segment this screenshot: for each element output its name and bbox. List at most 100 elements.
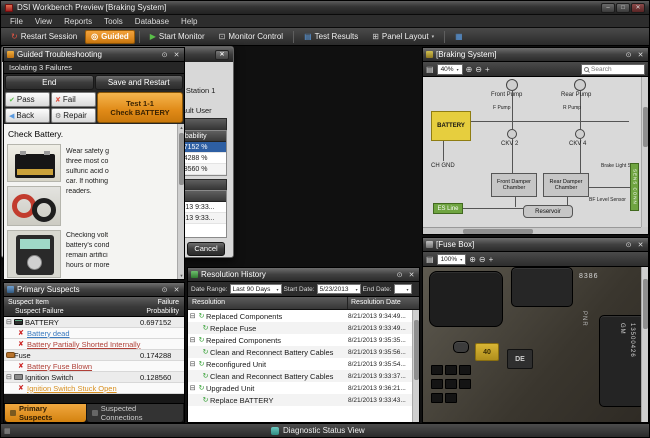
restart-session-button[interactable]: ↻ Restart Session (5, 30, 83, 44)
column-header-suspect-failure[interactable]: Suspect Failure (8, 307, 132, 316)
pin-icon[interactable]: ⊙ (624, 51, 633, 59)
scroll-up-icon[interactable]: ▲ (178, 124, 184, 131)
rear-pump-node[interactable] (574, 79, 586, 91)
repair-button[interactable]: ⚙ Repair (51, 108, 96, 123)
zoom-in-icon[interactable]: ⊕ (466, 65, 473, 74)
vertical-scrollbar[interactable] (641, 77, 648, 227)
close-icon[interactable]: ✕ (172, 286, 181, 294)
expander-icon[interactable]: ⊟ (6, 373, 14, 381)
table-row[interactable]: ⊟ Ignition Switch 0.128560 (4, 372, 184, 383)
pin-icon[interactable]: ⊙ (624, 241, 633, 249)
cancel-button[interactable]: Cancel (187, 242, 225, 256)
end-button[interactable]: End (5, 75, 94, 90)
current-test-button[interactable]: Test 1-1 Check BATTERY (97, 92, 183, 123)
close-button[interactable]: ✕ (631, 3, 645, 13)
suspect-failure-link[interactable]: Ignition Switch Stuck Open (27, 384, 184, 393)
fit-page-icon[interactable]: ▤ (426, 65, 434, 74)
pan-icon[interactable]: + (489, 255, 494, 264)
layout-grid-button[interactable]: ▦ (449, 30, 469, 44)
tab-primary-suspects[interactable]: Primary Suspects (5, 404, 86, 422)
scroll-down-icon[interactable]: ▼ (178, 272, 184, 279)
menu-item-tools[interactable]: Tools (98, 15, 129, 28)
expander-icon[interactable]: ⊟ (188, 384, 197, 392)
pan-icon[interactable]: + (485, 65, 490, 74)
zoom-out-icon[interactable]: ⊖ (475, 65, 482, 74)
minimize-button[interactable]: – (601, 3, 615, 13)
reservoir-node[interactable]: Reservoir (523, 205, 573, 218)
es-line-node[interactable]: ES Line (433, 203, 463, 214)
table-row[interactable]: ⊟ ↻ Repaired Components 8/21/2013 9:35:3… (188, 334, 412, 346)
ckv2-node[interactable] (507, 129, 517, 139)
scrollbar-thumb[interactable] (643, 279, 648, 329)
expander-icon[interactable]: ⊟ (188, 336, 197, 344)
back-button[interactable]: ◀ Back (5, 108, 50, 123)
suspect-failure-link[interactable]: Battery dead (27, 329, 184, 338)
horizontal-scrollbar[interactable] (423, 227, 641, 234)
search-input[interactable] (591, 66, 642, 73)
scrollbar[interactable] (412, 310, 419, 422)
table-row[interactable]: ⊟ ↻ Upgraded Unit 8/21/2013 9:36:21... (188, 382, 412, 394)
scrollbar-thumb[interactable] (414, 320, 419, 380)
save-and-restart-button[interactable]: Save and Restart (95, 75, 184, 90)
close-icon[interactable]: ✕ (172, 51, 181, 59)
menu-item-reports[interactable]: Reports (58, 15, 98, 28)
rear-damper-node[interactable]: Rear Damper Chamber (543, 173, 589, 197)
table-row[interactable]: ↻ Clean and Reconnect Battery Cables 8/2… (188, 370, 412, 382)
instruction-content[interactable]: Check Battery. Wear safety g three most … (4, 124, 184, 279)
schematic-search-box[interactable] (581, 64, 645, 75)
table-row[interactable]: ⊟ ↻ Reconfigured Unit 8/21/2013 9:35:54.… (188, 358, 412, 370)
expander-icon[interactable]: ⊟ (188, 312, 197, 320)
column-header-resolution-date[interactable]: Resolution Date (347, 297, 419, 309)
fit-page-icon[interactable]: ▤ (426, 255, 434, 264)
table-row[interactable]: ↻ Replace Fuse 8/21/2013 9:33:49... (188, 322, 412, 334)
date-range-dropdown[interactable]: Last 90 Days ▾ (230, 284, 282, 294)
start-date-picker[interactable]: 5/23/2013 ▾ (317, 284, 361, 294)
table-row[interactable]: ✘ Battery Partially Shorted Internally (4, 339, 184, 350)
expander-icon[interactable]: ⊟ (188, 360, 197, 368)
column-header-resolution[interactable]: Resolution (188, 297, 347, 309)
table-row[interactable]: ⊟ BATTERY 0.697152 (4, 317, 184, 328)
menu-item-view[interactable]: View (29, 15, 58, 28)
scrollbar-thumb[interactable] (643, 107, 648, 147)
menu-item-help[interactable]: Help (175, 15, 203, 28)
close-icon[interactable]: ✕ (407, 271, 416, 279)
column-header-suspect-item[interactable]: Suspect Item (8, 298, 132, 307)
maximize-button[interactable]: □ (616, 3, 630, 13)
table-row[interactable]: ✘ Battery dead (4, 328, 184, 339)
pass-button[interactable]: ✔ Pass (5, 92, 50, 107)
expander-icon[interactable]: ⊟ (6, 318, 14, 326)
panel-layout-button[interactable]: ⊞ Panel Layout ▾ (366, 30, 440, 44)
zoom-dropdown[interactable]: 40% ▾ (437, 64, 463, 75)
menu-item-database[interactable]: Database (129, 15, 175, 28)
suspect-failure-link[interactable]: Battery Fuse Blown (27, 362, 184, 371)
zoom-out-icon[interactable]: ⊖ (479, 255, 486, 264)
close-icon[interactable]: ✕ (636, 241, 645, 249)
zoom-dropdown[interactable]: 100% ▾ (437, 254, 467, 265)
table-row[interactable]: ↻ Replace BATTERY 8/21/2013 9:33:43... (188, 394, 412, 406)
table-row[interactable]: ✘ Battery Fuse Blown (4, 361, 184, 372)
zoom-in-icon[interactable]: ⊕ (469, 255, 476, 264)
tab-suspected-connections[interactable]: Suspected Connections (87, 404, 183, 422)
monitor-control-button[interactable]: ⊡ Monitor Control (213, 30, 289, 44)
pin-icon[interactable]: ⊙ (160, 51, 169, 59)
table-row[interactable]: ⊟ ↻ Replaced Components 8/21/2013 9:34:4… (188, 310, 412, 322)
table-row[interactable]: ✘ Ignition Switch Stuck Open (4, 383, 184, 394)
close-icon[interactable]: ✕ (636, 51, 645, 59)
column-header-failure[interactable]: Failure (132, 298, 179, 307)
table-row[interactable]: ↻ Clean and Reconnect Battery Cables 8/2… (188, 346, 412, 358)
front-pump-node[interactable] (506, 79, 518, 91)
pin-icon[interactable]: ⊙ (160, 286, 169, 294)
battery-node[interactable]: BATTERY (431, 111, 471, 141)
start-monitor-button[interactable]: ▶ Start Monitor (144, 30, 211, 44)
schematic-canvas[interactable]: Front Pump Rear Pump F Pump R Pump BATTE… (423, 77, 648, 234)
pin-icon[interactable]: ⊙ (395, 271, 404, 279)
test-results-button[interactable]: ▤ Test Results (298, 30, 364, 44)
column-header-probability[interactable]: Probability (132, 307, 179, 316)
end-date-picker[interactable]: ▾ (394, 284, 412, 294)
menu-item-file[interactable]: File (4, 15, 29, 28)
guided-button[interactable]: ◎ Guided (85, 30, 135, 44)
front-damper-node[interactable]: Front Damper Chamber (491, 173, 537, 197)
fail-button[interactable]: ✘ Fail (51, 92, 96, 107)
dialog-close-button[interactable]: ✕ (215, 50, 229, 60)
sens-conn-node[interactable]: SENS CONN (630, 163, 639, 211)
